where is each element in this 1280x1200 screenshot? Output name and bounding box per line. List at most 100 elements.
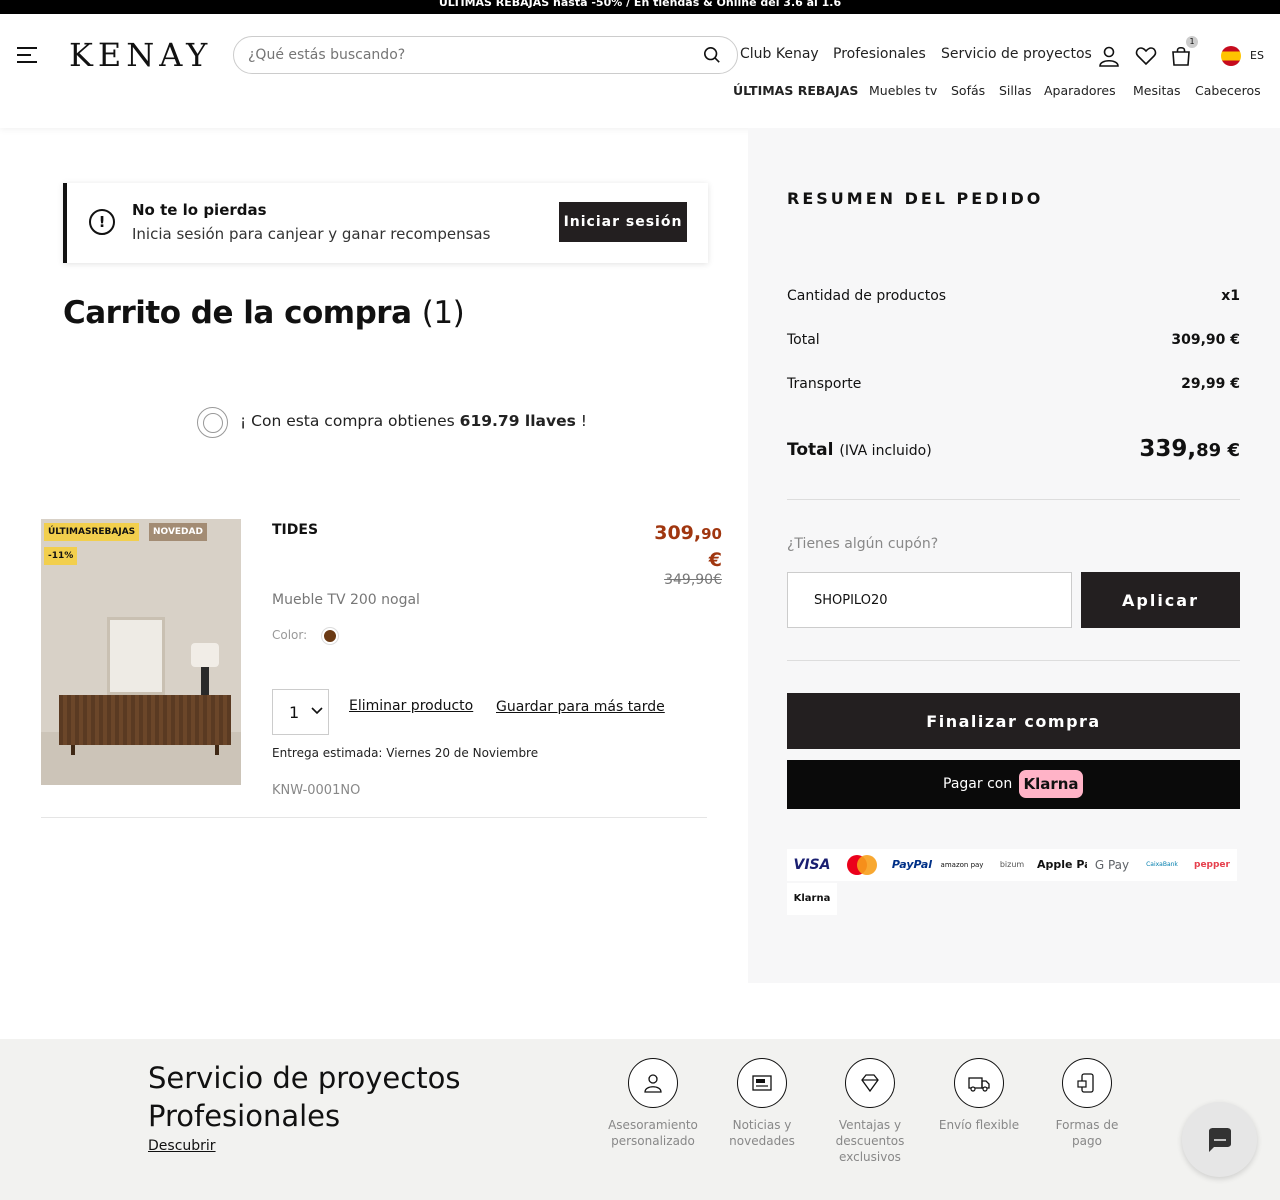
product-price: 309,90 € [648, 520, 722, 573]
heart-icon[interactable] [1134, 44, 1158, 68]
mastercard-logo [837, 849, 887, 881]
caixabank-logo-text: CaixaBank [1146, 861, 1178, 868]
product-image-leg [215, 745, 219, 755]
language-selector[interactable]: ES [1250, 49, 1264, 62]
quantity-select[interactable]: 1 [272, 689, 329, 735]
feature-line: Envío flexible [938, 1118, 1020, 1132]
category-sillas[interactable]: Sillas [999, 83, 1032, 98]
grand-int: 339, [1139, 436, 1197, 462]
feature-line: Noticias y [732, 1118, 792, 1132]
kenay-key-icon [197, 407, 228, 438]
category-ultimas-rebajas[interactable]: ÚLTIMAS REBAJAS [733, 83, 858, 98]
apply-coupon-button[interactable]: Aplicar [1081, 572, 1240, 628]
login-banner-subtitle: Inicia sesión para canjear y ganar recom… [132, 225, 491, 243]
klarna-payment-logo: Klarna [787, 883, 837, 915]
caixabank-logo: CaixaBank [1137, 849, 1187, 881]
price-dec: 90 [701, 525, 722, 543]
pepper-logo-text: pepper [1194, 860, 1230, 870]
summary-divider [787, 660, 1240, 661]
product-image[interactable]: ÚLTIMASREBAJAS NOVEDAD -11% [41, 519, 241, 785]
nav-servicio-proyectos[interactable]: Servicio de proyectos [941, 46, 1092, 62]
cart-count-badge: 1 [1186, 36, 1198, 48]
amazon-pay-logo-text: amazon pay [940, 861, 984, 869]
feature-line: exclusivos [839, 1150, 901, 1164]
search-input[interactable] [248, 45, 688, 65]
keys-amount: 619.79 llaves [459, 412, 576, 430]
grand-total-label: Total (IVA incluido) [787, 440, 932, 460]
feature-asesoramiento: Asesoramiento personalizado [603, 1058, 703, 1149]
badge-ultimas-rebajas: ÚLTIMASREBAJAS [44, 523, 140, 541]
info-icon: ! [89, 209, 115, 235]
category-aparadores[interactable]: Aparadores [1044, 83, 1116, 98]
product-image-cabinet [59, 695, 231, 745]
price-currency: € [708, 549, 722, 571]
grand-total: Total (IVA incluido) 339,89 € [787, 436, 1240, 468]
price-int: 309, [654, 522, 702, 544]
spain-flag-icon[interactable] [1221, 46, 1241, 66]
menu-icon[interactable] [17, 47, 37, 63]
site-header: KENAY Club Kenay Profesionales Servicio … [0, 14, 1280, 128]
feature-line: pago [1072, 1134, 1102, 1148]
footer-discover-link[interactable]: Descubrir [148, 1138, 216, 1154]
feature-line: novedades [729, 1134, 795, 1148]
logo[interactable]: KENAY [69, 36, 212, 74]
apple-pay-logo: Apple Pay [1037, 849, 1087, 881]
apple-pay-logo-text: Apple Pay [1037, 858, 1087, 871]
google-pay-logo-text: G Pay [1094, 858, 1130, 872]
nav-profesionales[interactable]: Profesionales [833, 46, 926, 62]
footer-title-line2: Profesionales [148, 1099, 341, 1133]
search-icon[interactable] [703, 46, 721, 64]
badge-novedad: NOVEDAD [149, 523, 207, 541]
coupon-input[interactable] [787, 572, 1072, 628]
category-cabeceros[interactable]: Cabeceros [1195, 83, 1261, 98]
klarna-pay-button[interactable]: Pagar con Klarna [787, 760, 1240, 809]
keys-suffix: ! [580, 412, 587, 430]
chat-icon [1209, 1128, 1231, 1152]
login-button[interactable]: Iniciar sesión [559, 202, 687, 242]
nav-club-kenay[interactable]: Club Kenay [740, 46, 819, 62]
amazon-pay-logo: amazon pay [937, 849, 987, 881]
diamond-icon [845, 1058, 895, 1108]
page-title: Carrito de la compra (1) [63, 295, 465, 331]
summary-row-value: 309,90 € [1171, 332, 1240, 348]
cart-title-count: (1) [421, 295, 465, 331]
footer-title-line1: Servicio de proyectos [148, 1061, 461, 1095]
feature-pago: Formas de pago [1037, 1058, 1137, 1149]
klarna-button-text: Pagar con [943, 776, 1013, 792]
product-name[interactable]: TIDES [272, 522, 318, 538]
grand-total-label-text: Total [787, 440, 834, 460]
product-image-artwork [107, 617, 165, 695]
bizum-logo: bizum [987, 849, 1037, 881]
klarna-logo: Klarna [1019, 770, 1083, 798]
summary-row-value: x1 [1221, 288, 1240, 304]
feature-text: Ventajas y descuentos exclusivos [820, 1117, 920, 1165]
category-sofas[interactable]: Sofás [951, 83, 985, 98]
save-for-later-link[interactable]: Guardar para más tarde [496, 699, 665, 715]
color-label: Color: [272, 628, 308, 642]
feature-line: personalizado [611, 1134, 695, 1148]
summary-row-label: Cantidad de productos [787, 288, 947, 304]
color-swatch [322, 628, 338, 644]
checkout-button[interactable]: Finalizar compra [787, 693, 1240, 749]
user-icon[interactable] [1097, 44, 1121, 68]
product-sku: KNW-0001NO [272, 783, 361, 798]
grand-total-value: 339,89 € [1139, 436, 1240, 462]
keys-prefix: ¡ Con esta compra obtienes [240, 412, 455, 430]
klarna-payment-logo-text: Klarna [793, 893, 831, 904]
summary-row-value: 29,99 € [1181, 376, 1240, 392]
delivery-estimate: Entrega estimada: Viernes 20 de Noviembr… [272, 746, 539, 760]
login-banner-title: No te lo pierdas [132, 201, 267, 219]
product-image-leg [71, 745, 75, 755]
summary-divider [787, 499, 1240, 500]
payment-phone-icon [1062, 1058, 1112, 1108]
paypal-logo-text: PayPal [891, 858, 933, 871]
category-mesitas[interactable]: Mesitas [1133, 83, 1181, 98]
search-bar [233, 36, 738, 74]
pepper-logo: pepper [1187, 849, 1237, 881]
chat-button[interactable] [1182, 1102, 1257, 1177]
feature-line: Asesoramiento [608, 1118, 698, 1132]
feature-envio: Envío flexible [929, 1058, 1029, 1133]
category-muebles-tv[interactable]: Muebles tv [869, 83, 937, 98]
chevron-down-icon [311, 707, 323, 715]
remove-product-link[interactable]: Eliminar producto [349, 698, 473, 714]
